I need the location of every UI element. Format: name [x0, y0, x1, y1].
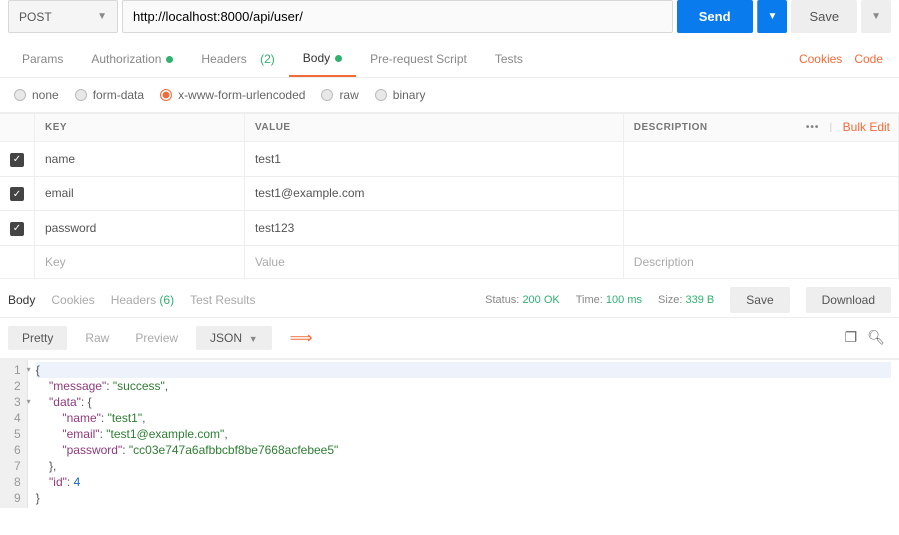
- description-cell[interactable]: [623, 176, 898, 211]
- key-header: KEY: [35, 114, 245, 142]
- response-tab-headers[interactable]: Headers (6): [111, 289, 174, 311]
- description-cell[interactable]: [623, 142, 898, 177]
- view-pretty[interactable]: Pretty: [8, 326, 67, 350]
- indicator-dot-icon: [166, 56, 173, 63]
- body-type-form-data[interactable]: form-data: [75, 88, 144, 102]
- value-header: VALUE: [244, 114, 623, 142]
- table-row: ✓ email test1@example.com: [0, 176, 899, 211]
- row-checkbox[interactable]: ✓: [10, 153, 24, 167]
- response-save-button[interactable]: Save: [730, 287, 789, 313]
- value-cell[interactable]: test123: [244, 211, 623, 246]
- table-row-new: Key Value Description: [0, 245, 899, 278]
- tab-headers[interactable]: Headers (2): [187, 42, 288, 76]
- body-type-urlencoded[interactable]: x-www-form-urlencoded: [160, 88, 305, 102]
- description-input[interactable]: Description: [623, 245, 898, 278]
- copy-icon[interactable]: ❐: [845, 329, 858, 346]
- send-options-button[interactable]: ▼: [757, 0, 788, 33]
- tab-tests[interactable]: Tests: [481, 42, 537, 76]
- radio-icon: [14, 89, 26, 101]
- response-download-button[interactable]: Download: [806, 287, 891, 313]
- value-input[interactable]: Value: [244, 245, 623, 278]
- url-input[interactable]: [122, 0, 673, 33]
- body-type-raw[interactable]: raw: [321, 88, 358, 102]
- key-cell[interactable]: password: [35, 211, 245, 246]
- radio-icon: [75, 89, 87, 101]
- code-link[interactable]: Code: [854, 52, 883, 66]
- chevron-down-icon: ▼: [249, 334, 258, 344]
- description-header: DESCRIPTION ••• | Bulk Edit: [623, 114, 898, 142]
- value-cell[interactable]: test1@example.com: [244, 176, 623, 211]
- save-button[interactable]: Save: [791, 0, 857, 33]
- more-options-icon[interactable]: •••: [806, 122, 820, 133]
- time-label: Time: 100 ms: [576, 294, 642, 306]
- key-cell[interactable]: name: [35, 142, 245, 177]
- bulk-edit-link[interactable]: Bulk Edit: [843, 120, 890, 134]
- response-tab-body[interactable]: Body: [8, 289, 35, 311]
- description-cell[interactable]: [623, 211, 898, 246]
- response-tab-cookies[interactable]: Cookies: [51, 289, 94, 311]
- cookies-link[interactable]: Cookies: [799, 52, 842, 66]
- wrap-lines-icon[interactable]: ⟹: [282, 324, 321, 352]
- status-label: Status: 200 OK: [485, 294, 560, 306]
- format-select[interactable]: JSON ▼: [196, 326, 272, 350]
- key-input[interactable]: Key: [35, 245, 245, 278]
- params-table: KEY VALUE DESCRIPTION ••• | Bulk Edit ✓ …: [0, 113, 899, 279]
- check-all-header: [0, 114, 35, 142]
- response-body[interactable]: { "message": "success", "data": { "name"…: [28, 360, 899, 508]
- row-checkbox[interactable]: ✓: [10, 187, 24, 201]
- radio-icon: [375, 89, 387, 101]
- response-tab-tests[interactable]: Test Results: [190, 289, 255, 311]
- radio-icon: [321, 89, 333, 101]
- chevron-down-icon: ▼: [97, 11, 107, 22]
- search-icon[interactable]: 🔍︎: [867, 329, 885, 346]
- view-raw[interactable]: Raw: [77, 326, 117, 350]
- method-value: POST: [19, 10, 52, 24]
- table-row: ✓ password test123: [0, 211, 899, 246]
- line-gutter: 123456789: [0, 360, 28, 508]
- tab-body[interactable]: Body: [289, 41, 356, 77]
- table-row: ✓ name test1: [0, 142, 899, 177]
- key-cell[interactable]: email: [35, 176, 245, 211]
- tab-prerequest[interactable]: Pre-request Script: [356, 42, 481, 76]
- tab-authorization[interactable]: Authorization: [77, 42, 187, 76]
- view-preview[interactable]: Preview: [127, 326, 186, 350]
- body-type-binary[interactable]: binary: [375, 88, 426, 102]
- indicator-dot-icon: [335, 55, 342, 62]
- value-cell[interactable]: test1: [244, 142, 623, 177]
- method-select[interactable]: POST ▼: [8, 0, 118, 33]
- radio-selected-icon: [160, 89, 172, 101]
- body-type-none[interactable]: none: [14, 88, 59, 102]
- send-button[interactable]: Send: [677, 0, 753, 33]
- tab-params[interactable]: Params: [8, 42, 77, 76]
- row-checkbox[interactable]: ✓: [10, 222, 24, 236]
- save-options-button[interactable]: ▼: [861, 0, 891, 33]
- size-label: Size: 339 B: [658, 294, 714, 306]
